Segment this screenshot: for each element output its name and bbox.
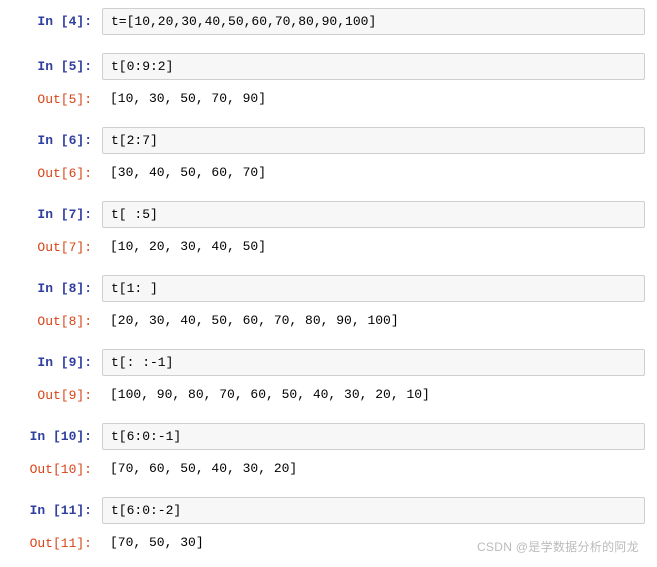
out-prompt: Out[6]:: [12, 160, 102, 181]
input-cell: In [6]:t[2:7]: [12, 127, 645, 154]
cell-gap: [12, 263, 645, 275]
output-cell: Out[8]:[20, 30, 40, 50, 60, 70, 80, 90, …: [12, 308, 645, 331]
code-input[interactable]: t[ :5]: [102, 201, 645, 228]
code-input[interactable]: t[2:7]: [102, 127, 645, 154]
code-output: [10, 20, 30, 40, 50]: [102, 234, 645, 257]
in-prompt: In [10]:: [12, 423, 102, 444]
input-cell: In [10]:t[6:0:-1]: [12, 423, 645, 450]
notebook-container: In [4]:t=[10,20,30,40,50,60,70,80,90,100…: [12, 8, 645, 553]
cell-gap: [12, 189, 645, 201]
cell-gap: [12, 115, 645, 127]
watermark-text: CSDN @是学数据分析的阿龙: [477, 538, 639, 555]
input-cell: In [4]:t=[10,20,30,40,50,60,70,80,90,100…: [12, 8, 645, 35]
code-output: [10, 30, 50, 70, 90]: [102, 86, 645, 109]
in-prompt: In [9]:: [12, 349, 102, 370]
input-cell: In [9]:t[: :-1]: [12, 349, 645, 376]
code-output: [100, 90, 80, 70, 60, 50, 40, 30, 20, 10…: [102, 382, 645, 405]
input-cell: In [11]:t[6:0:-2]: [12, 497, 645, 524]
code-input[interactable]: t[: :-1]: [102, 349, 645, 376]
cell-gap: [12, 411, 645, 423]
in-prompt: In [5]:: [12, 53, 102, 74]
code-input[interactable]: t[6:0:-2]: [102, 497, 645, 524]
code-output: [20, 30, 40, 50, 60, 70, 80, 90, 100]: [102, 308, 645, 331]
output-cell: Out[10]:[70, 60, 50, 40, 30, 20]: [12, 456, 645, 479]
output-cell: Out[5]:[10, 30, 50, 70, 90]: [12, 86, 645, 109]
in-prompt: In [6]:: [12, 127, 102, 148]
input-cell: In [8]:t[1: ]: [12, 275, 645, 302]
out-prompt: Out[10]:: [12, 456, 102, 477]
input-cell: In [7]:t[ :5]: [12, 201, 645, 228]
cell-gap: [12, 337, 645, 349]
out-prompt: Out[9]:: [12, 382, 102, 403]
cell-gap: [12, 485, 645, 497]
in-prompt: In [8]:: [12, 275, 102, 296]
out-prompt: Out[7]:: [12, 234, 102, 255]
code-input[interactable]: t[6:0:-1]: [102, 423, 645, 450]
in-prompt: In [11]:: [12, 497, 102, 518]
cell-gap: [12, 41, 645, 53]
out-prompt: Out[8]:: [12, 308, 102, 329]
code-input[interactable]: t[0:9:2]: [102, 53, 645, 80]
input-cell: In [5]:t[0:9:2]: [12, 53, 645, 80]
code-input[interactable]: t=[10,20,30,40,50,60,70,80,90,100]: [102, 8, 645, 35]
out-prompt: Out[11]:: [12, 530, 102, 551]
out-prompt: Out[5]:: [12, 86, 102, 107]
in-prompt: In [4]:: [12, 8, 102, 29]
code-output: [70, 60, 50, 40, 30, 20]: [102, 456, 645, 479]
code-input[interactable]: t[1: ]: [102, 275, 645, 302]
output-cell: Out[7]:[10, 20, 30, 40, 50]: [12, 234, 645, 257]
output-cell: Out[6]:[30, 40, 50, 60, 70]: [12, 160, 645, 183]
in-prompt: In [7]:: [12, 201, 102, 222]
output-cell: Out[9]:[100, 90, 80, 70, 60, 50, 40, 30,…: [12, 382, 645, 405]
code-output: [30, 40, 50, 60, 70]: [102, 160, 645, 183]
